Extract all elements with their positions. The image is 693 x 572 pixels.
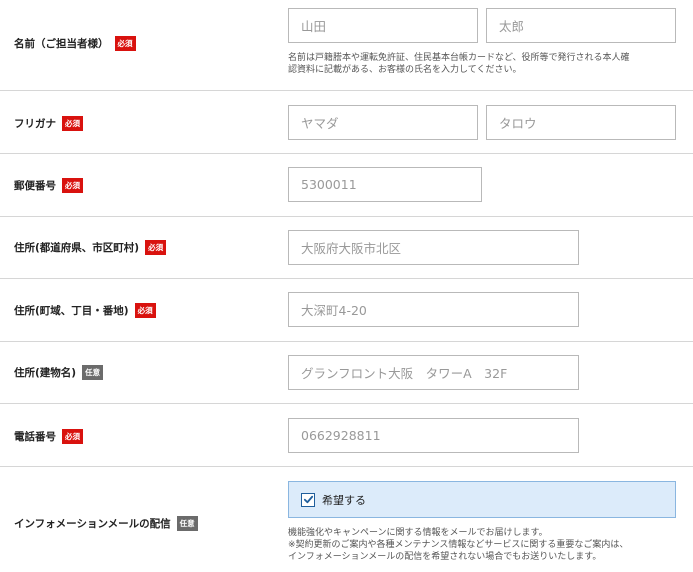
required-badge: 必須 xyxy=(62,115,83,131)
label-name: 名前（ご担当者様） 必須 xyxy=(14,35,136,51)
label-postal: 郵便番号 必須 xyxy=(14,177,83,193)
address-street-placeholder: 大深町4-20 xyxy=(301,303,367,318)
checkmark-icon xyxy=(303,495,313,504)
last-name-placeholder: 山田 xyxy=(301,19,327,34)
last-name-kana-placeholder: ヤマダ xyxy=(301,116,339,131)
label-address-building: 住所(建物名) 任意 xyxy=(14,364,104,380)
label-phone: 電話番号 必須 xyxy=(14,428,83,444)
last-name-input[interactable]: 山田 xyxy=(288,8,478,43)
label-newsletter: インフォメーションメールの配信 任意 xyxy=(14,515,198,531)
last-name-kana-input[interactable]: ヤマダ xyxy=(288,105,478,140)
label-newsletter-text: インフォメーションメールの配信 xyxy=(14,517,171,530)
label-address-prefecture-text: 住所(都道府県、市区町村) xyxy=(14,241,140,254)
newsletter-checkbox-label: 希望する xyxy=(322,493,366,507)
newsletter-note-line3: インフォメーションメールの配信を希望されない場合でもお送りいたします。 xyxy=(288,552,602,562)
address-prefecture-placeholder: 大阪府大阪市北区 xyxy=(301,241,402,256)
newsletter-option[interactable]: 希望する xyxy=(288,481,676,518)
phone-placeholder: 0662928811 xyxy=(301,428,381,443)
newsletter-note: 機能強化やキャンペーンに関する情報をメールでお届けします。 ※契約更新のご案内や… xyxy=(288,527,628,563)
label-address-building-text: 住所(建物名) xyxy=(14,366,77,379)
phone-input[interactable]: 0662928811 xyxy=(288,418,579,453)
label-name-text: 名前（ご担当者様） xyxy=(14,37,109,50)
label-address-prefecture: 住所(都道府県、市区町村) 必須 xyxy=(14,239,167,255)
name-note-line1: 名前は戸籍謄本や運転免許証、住民基本台帳カードなど、役所等で発行される本人確 xyxy=(288,53,630,63)
first-name-kana-placeholder: タロウ xyxy=(499,116,537,131)
address-building-input[interactable]: グランフロント大阪 タワーA 32F xyxy=(288,355,579,390)
required-badge: 必須 xyxy=(114,35,136,51)
optional-badge: 任意 xyxy=(82,364,104,380)
label-furigana-text: フリガナ xyxy=(14,117,56,130)
first-name-kana-input[interactable]: タロウ xyxy=(486,105,676,140)
first-name-placeholder: 太郎 xyxy=(499,19,525,34)
postal-code-placeholder: 5300011 xyxy=(301,177,357,192)
contact-form: 名前（ご担当者様） 必須 山田 太郎 名前は戸籍謄本や運転免許証、住民基本台帳カ… xyxy=(0,0,693,572)
required-badge: 必須 xyxy=(62,428,83,444)
required-badge: 必須 xyxy=(145,239,167,255)
required-badge: 必須 xyxy=(134,302,156,318)
required-badge: 必須 xyxy=(62,177,83,193)
newsletter-note-line1: 機能強化やキャンペーンに関する情報をメールでお届けします。 xyxy=(288,528,548,538)
name-note-line2: 認資料に記載がある、お客様の氏名を入力してください。 xyxy=(288,65,522,75)
name-note: 名前は戸籍謄本や運転免許証、住民基本台帳カードなど、役所等で発行される本人確 認… xyxy=(288,52,630,76)
newsletter-checkbox[interactable] xyxy=(301,492,315,507)
address-prefecture-input[interactable]: 大阪府大阪市北区 xyxy=(288,230,579,265)
postal-code-input[interactable]: 5300011 xyxy=(288,167,482,202)
address-building-placeholder: グランフロント大阪 タワーA 32F xyxy=(301,366,508,381)
label-furigana: フリガナ 必須 xyxy=(14,115,83,131)
label-address-street-text: 住所(町域、丁目・番地) xyxy=(14,304,129,317)
label-phone-text: 電話番号 xyxy=(14,430,56,443)
newsletter-note-line2: ※契約更新のご案内や各種メンテナンス情報などサービスに関する重要なご案内は、 xyxy=(288,540,629,550)
optional-badge: 任意 xyxy=(176,515,198,531)
label-address-street: 住所(町域、丁目・番地) 必須 xyxy=(14,302,156,318)
label-postal-text: 郵便番号 xyxy=(14,179,56,192)
first-name-input[interactable]: 太郎 xyxy=(486,8,676,43)
address-street-input[interactable]: 大深町4-20 xyxy=(288,292,579,327)
